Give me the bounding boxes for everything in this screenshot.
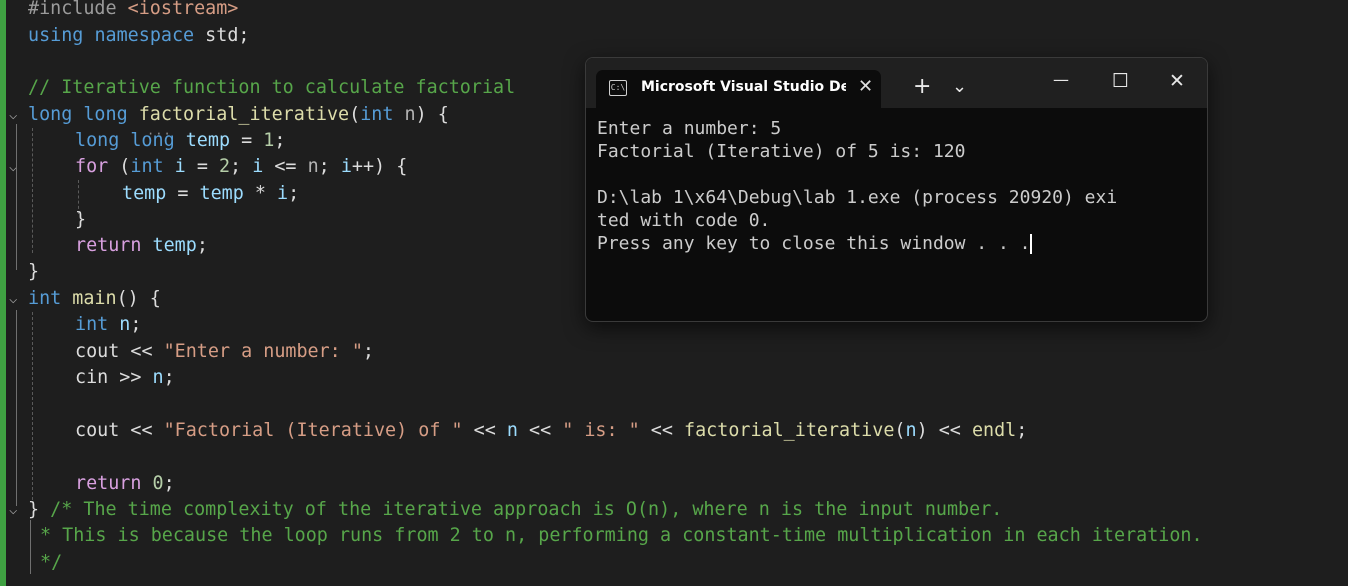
text-cursor bbox=[1030, 234, 1033, 254]
console-line: ted with code 0. bbox=[597, 210, 771, 231]
code-line-include: #include <iostream> bbox=[28, 0, 239, 19]
change-tracking-bar bbox=[0, 0, 6, 586]
minimize-button[interactable]: — bbox=[1053, 70, 1069, 89]
code-line-complexity-comment: } /* The time complexity of the iterativ… bbox=[28, 499, 1003, 520]
code-line-main-signature: int main() { bbox=[28, 288, 161, 309]
console-line: Enter a number: 5 bbox=[597, 118, 782, 139]
close-tab-icon[interactable]: ✕ bbox=[858, 76, 873, 97]
fold-region-bar bbox=[16, 124, 17, 270]
code-line-close-brace: } bbox=[75, 209, 87, 230]
fold-chevron-icon[interactable]: ⌵ bbox=[9, 286, 23, 312]
new-tab-button[interactable]: + bbox=[913, 74, 931, 99]
code-line-using: using namespace std; bbox=[28, 25, 250, 46]
dropdown-chevron-icon[interactable]: ⌄ bbox=[952, 76, 967, 97]
indent-guide bbox=[32, 128, 33, 253]
code-line-comment-continued: * This is because the loop runs from 2 t… bbox=[40, 525, 1203, 546]
console-line: Factorial (Iterative) of 5 is: 120 bbox=[597, 141, 966, 162]
code-line-close-brace: } bbox=[28, 261, 40, 282]
console-output[interactable]: Enter a number: 5 Factorial (Iterative) … bbox=[597, 117, 1117, 255]
window-titlebar[interactable]: C:\ Microsoft Visual Studio Debu ✕ + ⌄ —… bbox=[586, 58, 1207, 108]
code-line-function-signature: long long factorial_iterative(int n) { bbox=[28, 104, 449, 125]
console-line: D:\lab 1\x64\Debug\lab 1.exe (process 20… bbox=[597, 187, 1118, 208]
code-line-for-loop: for (int i = 2; i <= n; i++) { bbox=[75, 156, 408, 177]
close-window-button[interactable]: ✕ bbox=[1169, 70, 1185, 92]
code-line-int-n: int n; bbox=[75, 314, 142, 335]
code-line-comment: // Iterative function to calculate facto… bbox=[28, 77, 516, 98]
code-line-cin: cin >> n; bbox=[75, 367, 175, 388]
debug-console-window[interactable]: C:\ Microsoft Visual Studio Debu ✕ + ⌄ —… bbox=[585, 57, 1208, 322]
fold-region-bar bbox=[16, 310, 17, 506]
console-icon: C:\ bbox=[609, 80, 627, 96]
console-line: Press any key to close this window . . . bbox=[597, 232, 1117, 255]
code-line-temp-decl: long long temp = 1; bbox=[75, 130, 286, 151]
tab-title: Microsoft Visual Studio Debu bbox=[641, 79, 846, 95]
code-line-multiply: temp = temp * i; bbox=[122, 183, 300, 204]
code-line-return-zero: return 0; bbox=[75, 473, 175, 494]
indent-guide bbox=[32, 312, 33, 500]
code-line-return-temp: return temp; bbox=[75, 235, 208, 256]
console-prompt-text: Press any key to close this window . . . bbox=[597, 233, 1031, 254]
maximize-button[interactable]: ☐ bbox=[1112, 70, 1129, 92]
terminal-tab[interactable]: C:\ Microsoft Visual Studio Debu ✕ bbox=[596, 70, 881, 108]
code-line-cout-result: cout << "Factorial (Iterative) of " << n… bbox=[75, 420, 1028, 441]
code-line-comment-end: */ bbox=[40, 552, 63, 573]
fold-region-bar bbox=[30, 520, 31, 574]
code-line-cout-prompt: cout << "Enter a number: "; bbox=[75, 341, 374, 362]
